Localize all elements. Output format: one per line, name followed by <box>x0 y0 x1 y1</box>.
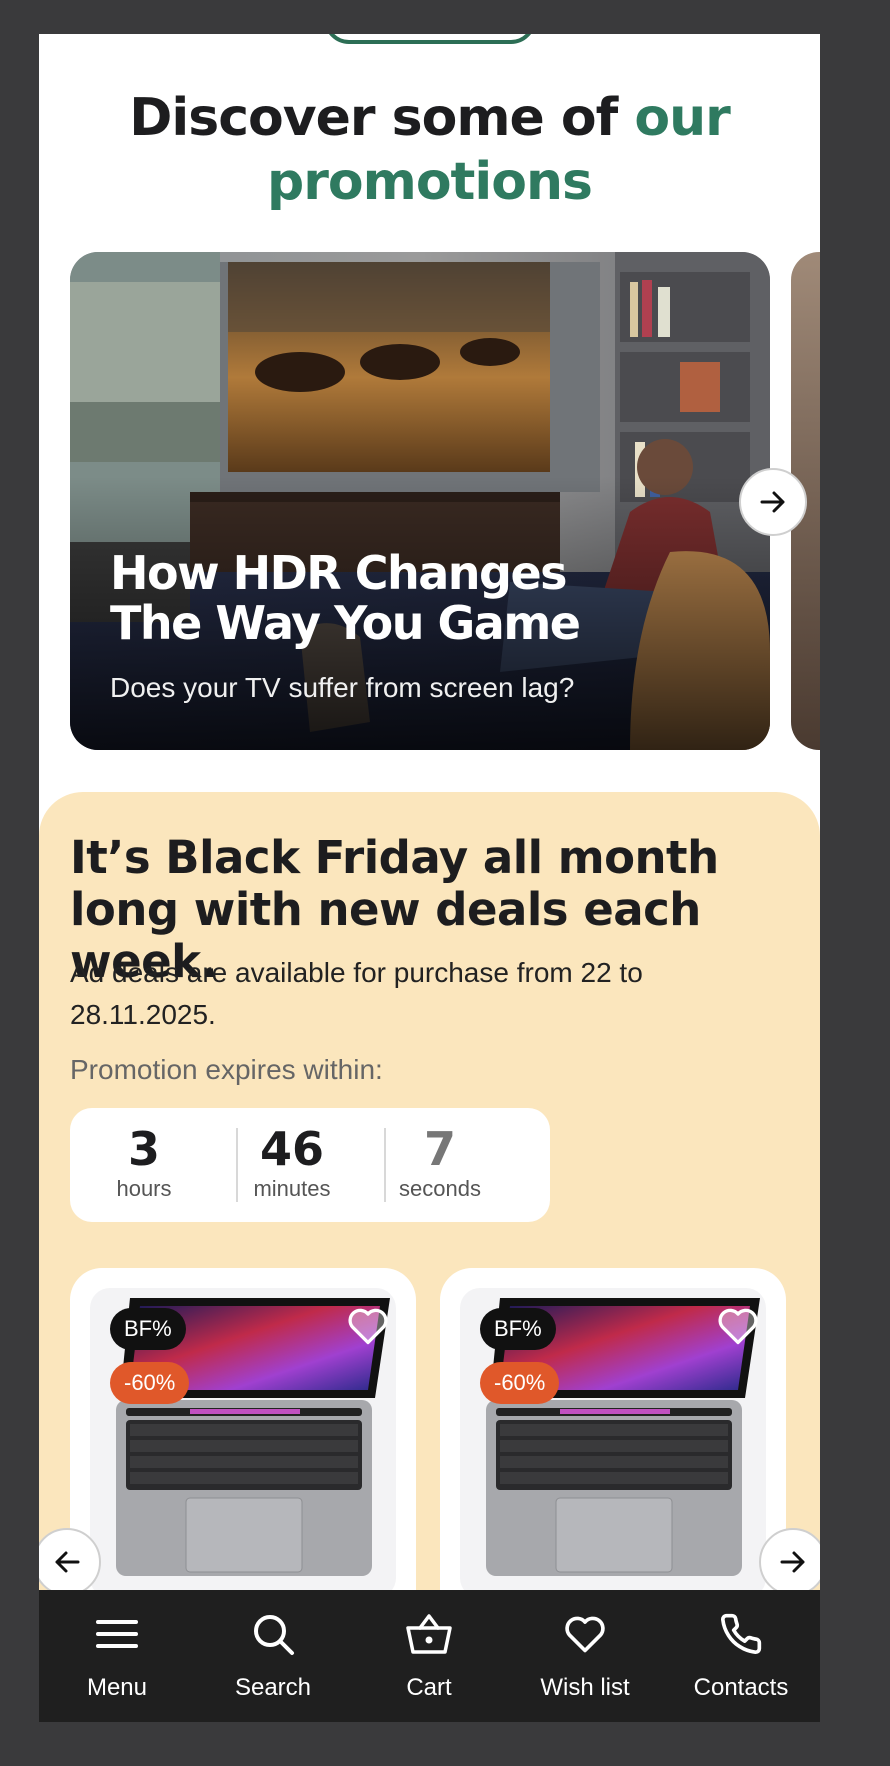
promotion-expires-label: Promotion expires within: <box>70 1054 383 1085</box>
wishlist-heart-icon[interactable] <box>346 1304 390 1348</box>
tab-cart-label: Cart <box>406 1674 452 1701</box>
promotions-heading: Discover some of our promotions <box>39 86 820 214</box>
black-friday-section: It’s Black Friday all month long with ne… <box>39 792 820 1722</box>
search-icon <box>254 1615 294 1655</box>
arrow-right-icon <box>760 491 785 513</box>
tab-wishlist[interactable]: Wish list <box>507 1590 663 1722</box>
arrow-left-icon <box>55 1551 80 1573</box>
top-button-outline[interactable] <box>324 34 536 44</box>
tab-search-label: Search <box>234 1674 312 1701</box>
arrow-right-icon <box>780 1551 805 1573</box>
countdown-minutes-label: minutes <box>253 1176 331 1201</box>
basket-icon <box>406 1614 452 1654</box>
countdown-hours-label: hours <box>116 1176 172 1201</box>
tab-cart[interactable]: Cart <box>351 1590 507 1722</box>
countdown-minutes-value: 46 <box>259 1122 324 1176</box>
products-carousel-next-button[interactable] <box>759 1528 820 1596</box>
tab-contacts[interactable]: Contacts <box>663 1590 819 1722</box>
promo-carousel-next-button[interactable] <box>739 468 807 536</box>
countdown-minutes: 46 minutes <box>218 1122 366 1202</box>
bf-badge: BF% <box>480 1308 556 1350</box>
product-image: BF% -60% <box>460 1288 766 1598</box>
promo-card[interactable]: How HDR Changes The Way You Game Does yo… <box>70 252 770 750</box>
tab-search[interactable]: Search <box>195 1590 351 1722</box>
promo-card-title: How HDR Changes The Way You Game <box>110 546 581 650</box>
promotions-heading-plain: Discover some of <box>129 88 635 148</box>
countdown-seconds-label: seconds <box>399 1176 481 1201</box>
tab-menu[interactable]: Menu <box>39 1590 195 1722</box>
tab-wishlist-label: Wish list <box>540 1674 630 1701</box>
countdown-timer: 3 hours 46 minutes 7 seconds <box>70 1108 550 1222</box>
menu-icon <box>96 1620 138 1648</box>
product-image: BF% -60% <box>90 1288 396 1598</box>
phone-icon <box>721 1613 762 1654</box>
discount-badge: -60% <box>110 1362 190 1404</box>
app-viewport: Discover some of our promotions How HDR … <box>39 34 820 1722</box>
tab-menu-label: Menu <box>86 1674 148 1701</box>
discount-badge: -60% <box>480 1362 560 1404</box>
heart-icon <box>565 1616 605 1653</box>
countdown-hours-value: 3 <box>127 1122 160 1176</box>
countdown-hours: 3 hours <box>70 1122 218 1202</box>
tab-contacts-label: Contacts <box>693 1674 789 1701</box>
promo-card-subtitle: Does your TV suffer from screen lag? <box>110 672 575 703</box>
black-friday-description: Ad deals are available for purchase from… <box>70 957 643 1030</box>
bf-badge: BF% <box>110 1308 186 1350</box>
bottom-tab-bar: Menu Search Cart Wish list Contacts <box>39 1590 820 1722</box>
countdown-seconds-value: 7 <box>423 1122 456 1176</box>
countdown-seconds: 7 seconds <box>366 1122 514 1202</box>
wishlist-heart-icon[interactable] <box>716 1304 760 1348</box>
